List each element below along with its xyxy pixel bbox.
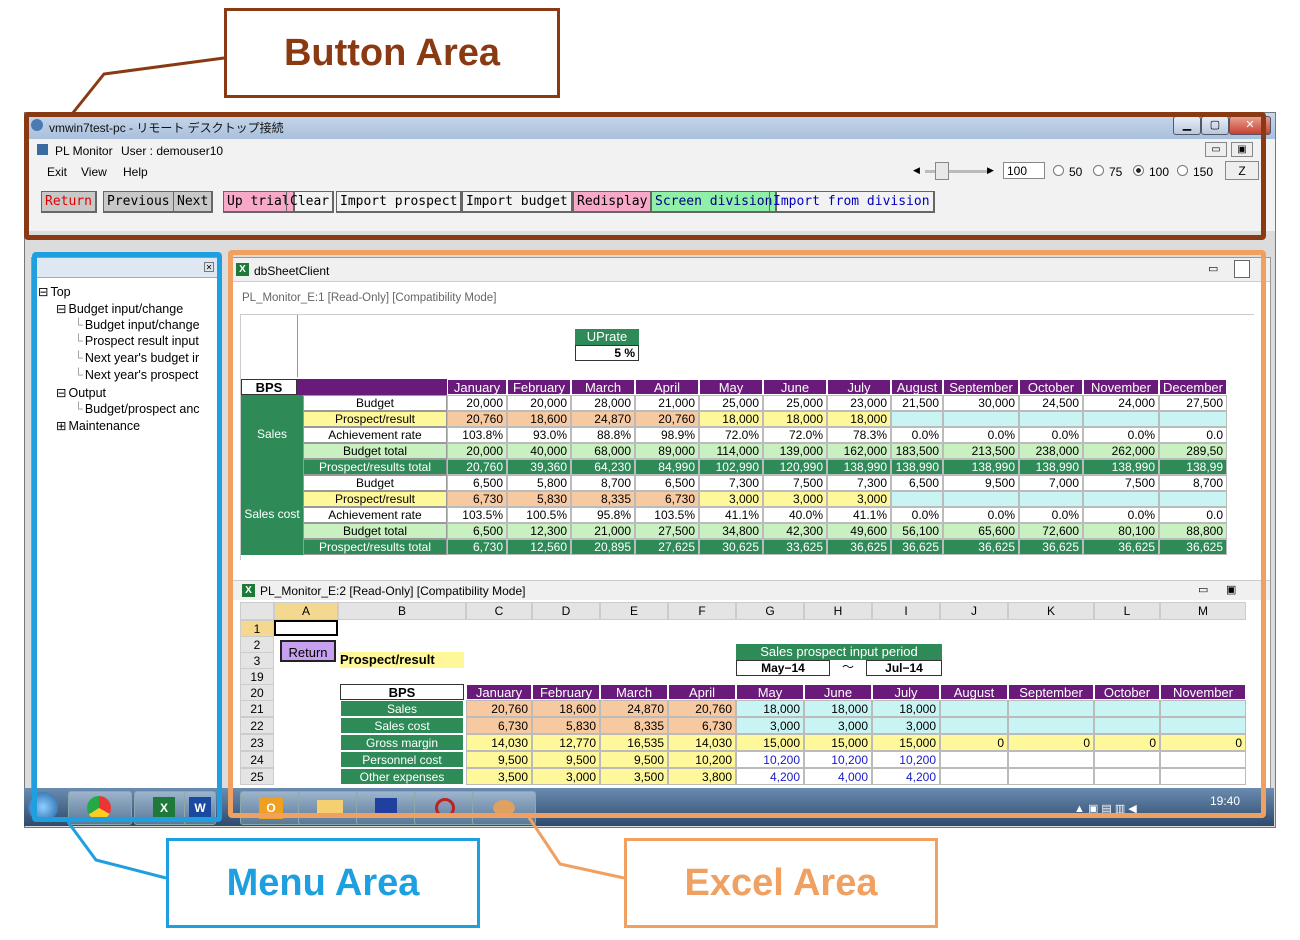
excel-area-connector [526, 815, 625, 880]
menu-area-connector [66, 821, 167, 880]
button-area-connector [70, 56, 225, 115]
callout-connectors [66, 56, 625, 880]
